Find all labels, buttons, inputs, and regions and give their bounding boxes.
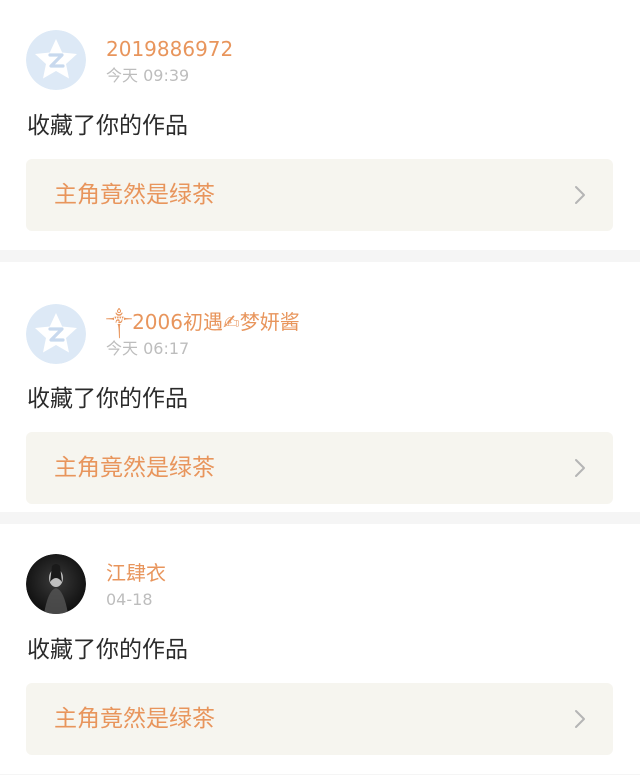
action-text: 收藏了你的作品 [27,386,188,412]
dark-photo-avatar-icon [26,554,86,614]
username[interactable]: ༒2006初遇✍梦妍酱 [106,309,300,335]
work-title: 主角竟然是绿茶 [54,706,215,732]
action-text: 收藏了你的作品 [27,637,188,663]
timestamp: 今天 09:39 [106,66,190,85]
qq-star-avatar-icon [26,30,86,90]
chevron-right-icon [575,186,585,204]
timestamp: 今天 06:17 [106,339,190,358]
username[interactable]: 江肆衣 [106,560,166,586]
avatar[interactable] [26,554,86,614]
avatar[interactable] [26,304,86,364]
work-link[interactable]: 主角竟然是绿茶 [26,159,613,231]
notification-card: 2019886972 今天 09:39 收藏了你的作品 主角竟然是绿茶 [0,0,640,250]
username[interactable]: 2019886972 [106,36,233,62]
chevron-right-icon [575,459,585,477]
avatar[interactable] [26,30,86,90]
work-title: 主角竟然是绿茶 [54,182,215,208]
work-title: 主角竟然是绿茶 [54,455,215,481]
work-link[interactable]: 主角竟然是绿茶 [26,683,613,755]
notification-card: ༒2006初遇✍梦妍酱 今天 06:17 收藏了你的作品 主角竟然是绿茶 [0,262,640,512]
chevron-right-icon [575,710,585,728]
notification-card: 江肆衣 04-18 收藏了你的作品 主角竟然是绿茶 [0,524,640,774]
qq-star-avatar-icon [26,304,86,364]
action-text: 收藏了你的作品 [27,113,188,139]
notification-feed: 2019886972 今天 09:39 收藏了你的作品 主角竟然是绿茶 ༒200… [0,0,640,774]
timestamp: 04-18 [106,590,153,609]
work-link[interactable]: 主角竟然是绿茶 [26,432,613,504]
